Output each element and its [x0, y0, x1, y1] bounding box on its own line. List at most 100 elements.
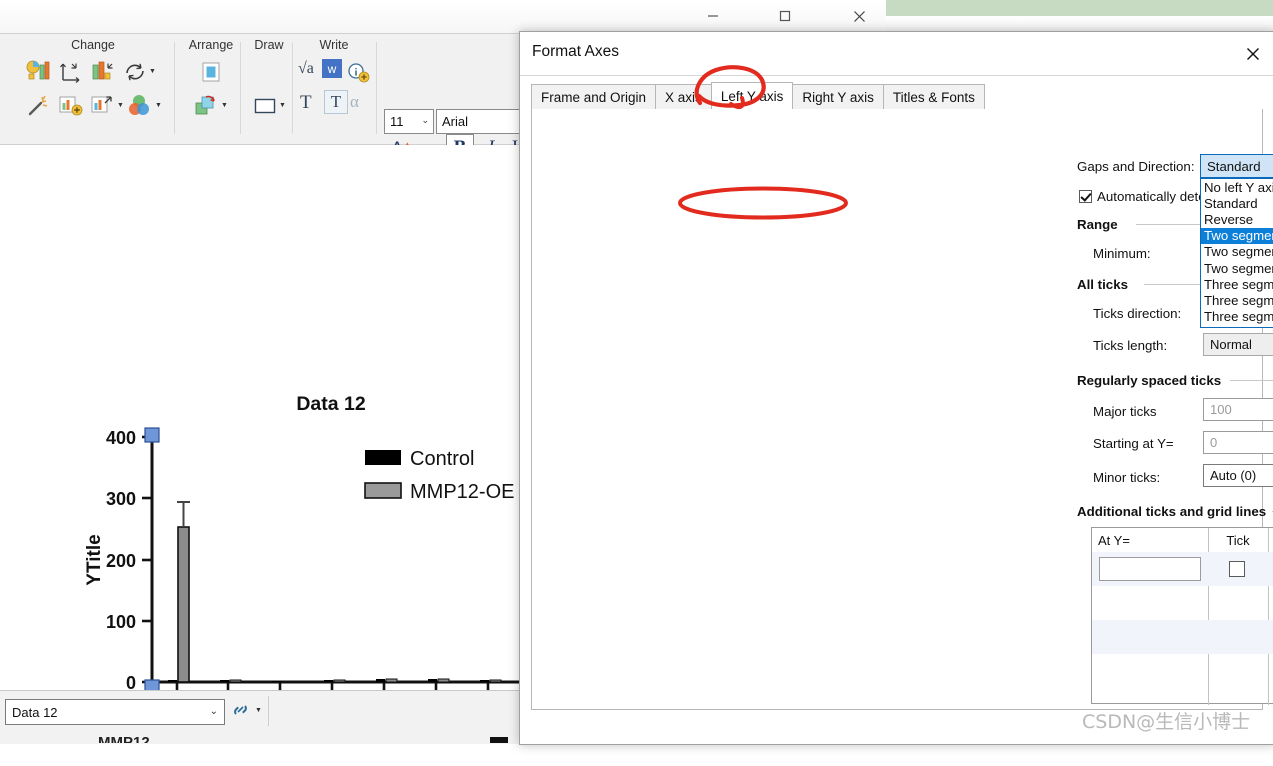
equation-icon[interactable]: √a — [298, 60, 314, 78]
text-tool-icon[interactable]: T — [300, 92, 312, 114]
additional-ticks-table: At Y= Tick Line Text Details Fonts? Gree… — [1091, 527, 1273, 705]
text-box-icon[interactable]: T — [324, 90, 348, 114]
ribbon-group-arrange: Arrange ▼ — [180, 34, 242, 144]
change-axes-icon[interactable] — [56, 58, 86, 86]
ribbon-separator-3 — [292, 42, 293, 134]
ticks-length-combo[interactable]: Normal ⌄ — [1203, 333, 1273, 356]
error-bar-mmp12 — [177, 501, 190, 527]
dropdown-option-two-segments-fwd[interactable]: Two segments (---//---) — [1201, 244, 1273, 260]
chart-legend: Control MMP12-OE — [364, 448, 514, 503]
table-row[interactable] — [1092, 620, 1273, 654]
font-size-combo[interactable]: 11 ⌄ — [384, 109, 434, 134]
resize-graph-dropdown-arrow[interactable]: ▼ — [117, 102, 124, 109]
column-header-at-y: At Y= — [1098, 532, 1130, 548]
dropdown-option-reverse[interactable]: Reverse — [1201, 211, 1273, 227]
arrange-dropdown-arrow[interactable]: ▼ — [221, 102, 228, 109]
change-rotate-icon[interactable] — [120, 58, 150, 86]
maximize-button[interactable] — [762, 0, 808, 32]
ribbon-group-change-label: Change — [71, 38, 115, 52]
ticks-direction-label: Ticks direction: — [1093, 306, 1182, 321]
draw-rectangle-icon[interactable] — [250, 92, 280, 120]
dropdown-option-standard[interactable]: Standard — [1201, 195, 1273, 211]
starting-at-y-input[interactable]: 0 — [1203, 431, 1273, 454]
auto-determine-label: Automatically deter — [1097, 189, 1211, 204]
arrange-bring-front-icon[interactable] — [192, 92, 222, 120]
minimize-button[interactable] — [690, 0, 736, 32]
ticks-length-value: Normal — [1210, 337, 1252, 352]
chevron-down-icon: ⌄ — [209, 706, 218, 717]
color-scheme-dropdown-arrow[interactable]: ▼ — [155, 102, 162, 109]
chevron-down-icon: ⌄ — [421, 115, 429, 125]
additional-at-y-input[interactable] — [1099, 557, 1201, 581]
y-axis-ticks: 0 100 200 300 400 — [106, 428, 152, 690]
axis-selection-handle-bottom[interactable] — [144, 679, 160, 690]
ribbon-separator-2 — [240, 42, 241, 134]
change-rotate-dropdown-arrow[interactable]: ▼ — [149, 68, 156, 75]
ribbon-separator — [174, 42, 175, 134]
dropdown-option-three-segments-fwd[interactable]: Three segments (---//--//---) — [1201, 292, 1273, 308]
draw-dropdown-arrow[interactable]: ▼ — [279, 102, 286, 109]
gaps-direction-label: Gaps and Direction: — [1077, 159, 1195, 174]
all-ticks-section-header: All ticks — [1077, 277, 1128, 292]
greek-symbol-icon[interactable]: α — [350, 92, 359, 112]
minor-ticks-value: Auto (0) — [1210, 468, 1257, 483]
change-bar-layout-icon[interactable] — [88, 58, 118, 86]
ribbon-group-change: Change ▼ ▼ ▼ — [8, 34, 178, 144]
dropdown-option-two-segments-bars[interactable]: Two segments (---| |---) — [1201, 227, 1273, 244]
gaps-direction-combo[interactable]: Standard ⌄ — [1200, 154, 1273, 178]
dialog-close-icon[interactable] — [1236, 40, 1270, 68]
change-graph-type-icon[interactable] — [24, 58, 54, 86]
y-axis-title: YTitle — [84, 534, 105, 585]
tab-x-axis[interactable]: X axis — [655, 84, 712, 109]
tab-right-y-axis[interactable]: Right Y axis — [792, 84, 884, 109]
legend-label-mmp12oe: MMP12-OE — [410, 481, 514, 503]
dropdown-option-three-segments-bars[interactable]: Three segments (---| |--| |---) — [1201, 276, 1273, 292]
close-window-button[interactable] — [836, 0, 882, 32]
major-ticks-value: 100 — [1210, 402, 1232, 417]
dropdown-option-three-segments-back[interactable]: Three segments (---\\--\\---) — [1201, 309, 1273, 325]
ticks-length-label: Ticks length: — [1093, 338, 1168, 353]
word-export-icon[interactable]: w — [322, 59, 342, 78]
svg-text:MMP12: MMP12 — [98, 736, 150, 743]
regular-ticks-rule — [1230, 380, 1273, 381]
add-info-icon[interactable] — [344, 58, 374, 86]
table-row[interactable] — [1092, 586, 1273, 620]
tab-frame-and-origin[interactable]: Frame and Origin — [531, 84, 657, 109]
add-data-icon[interactable] — [56, 92, 86, 120]
regular-ticks-section-header: Regularly spaced ticks — [1077, 373, 1222, 388]
ribbon-group-draw-label: Draw — [254, 38, 284, 52]
clipped-content-below: MMP12 — [90, 735, 530, 743]
tab-left-y-axis[interactable]: Left Y axis — [710, 82, 794, 109]
magic-wand-icon[interactable] — [24, 92, 54, 120]
axis-selection-handle-top[interactable] — [144, 427, 160, 443]
svg-text:200: 200 — [106, 551, 136, 571]
range-section-header: Range — [1077, 217, 1118, 232]
additional-ticks-section-header: Additional ticks and grid lines — [1077, 504, 1267, 519]
link-button[interactable]: ▼ — [232, 701, 262, 719]
dropdown-option-no-left-y-axis[interactable]: No left Y axis — [1201, 179, 1273, 195]
starting-at-y-label: Starting at Y= — [1093, 436, 1174, 451]
app-titlebar — [0, 0, 886, 34]
dropdown-option-two-segments-back[interactable]: Two segments (---\\---) — [1201, 260, 1273, 276]
ribbon-group-write: Write √a w T T α — [296, 34, 372, 144]
additional-tick-checkbox[interactable] — [1229, 561, 1245, 577]
watermark-text: CSDN@生信小博士 — [1082, 711, 1251, 733]
arrange-frame-icon[interactable] — [196, 58, 226, 86]
svg-text:100: 100 — [106, 612, 136, 632]
background-window-green-strip — [886, 0, 1273, 16]
auto-determine-checkbox[interactable] — [1079, 190, 1092, 203]
table-row[interactable] — [1092, 654, 1273, 688]
data-sheet-select[interactable]: Data 12 ⌄ — [5, 699, 225, 725]
svg-text:0: 0 — [126, 673, 136, 690]
tab-titles-and-fonts[interactable]: Titles & Fonts — [882, 84, 985, 109]
gaps-direction-dropdown-list[interactable]: No left Y axis Standard Reverse Two segm… — [1200, 178, 1273, 328]
resize-graph-icon[interactable] — [88, 92, 118, 120]
data-sheet-value: Data 12 — [12, 704, 58, 720]
color-scheme-icon[interactable] — [126, 92, 156, 120]
legend-label-control: Control — [410, 448, 474, 470]
minor-ticks-combo[interactable]: Auto (0) ⌄ — [1203, 464, 1273, 487]
link-dropdown-arrow[interactable]: ▼ — [255, 707, 262, 714]
starting-at-y-value: 0 — [1210, 435, 1218, 450]
dialog-title: Format Axes — [532, 43, 619, 60]
major-ticks-input[interactable]: 100 — [1203, 398, 1273, 421]
